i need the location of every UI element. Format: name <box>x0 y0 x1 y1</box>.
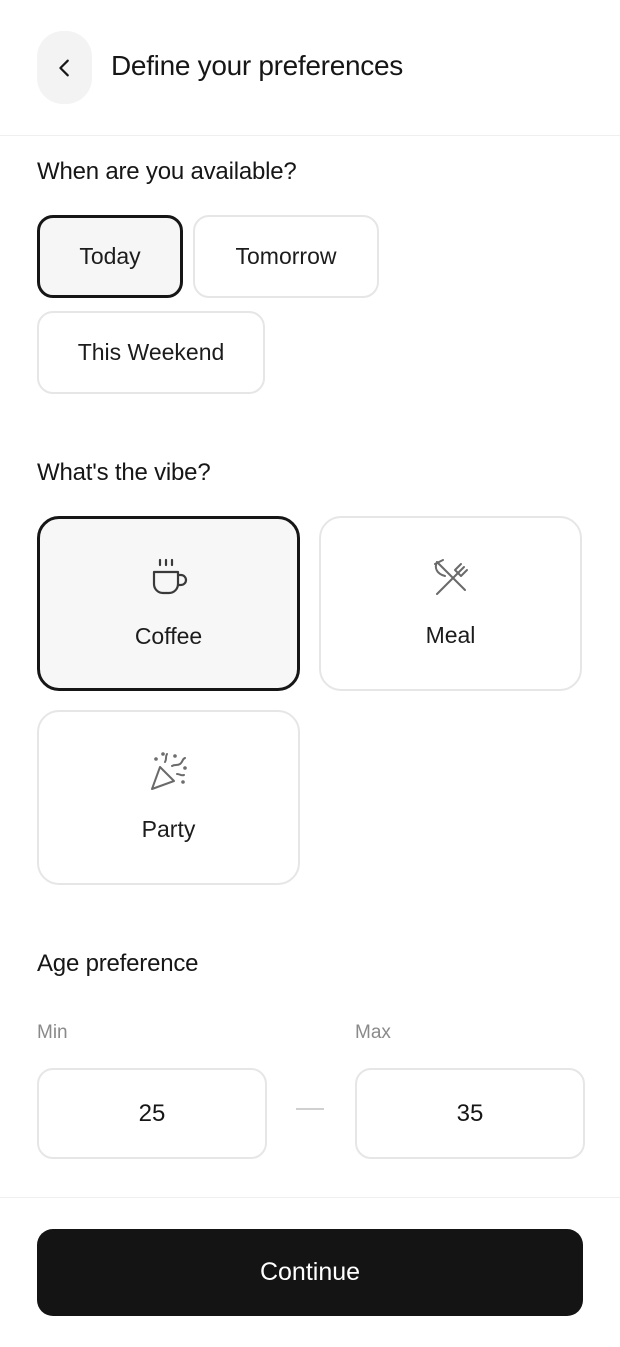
vibe-option-meal[interactable]: Meal <box>319 516 582 691</box>
range-dash <box>296 1108 324 1110</box>
vibe-option-label: Meal <box>425 622 476 648</box>
age-heading: Age preference <box>37 950 199 977</box>
availability-heading: When are you available? <box>37 158 297 185</box>
availability-option-tomorrow[interactable]: Tomorrow <box>193 215 379 298</box>
continue-button[interactable]: Continue <box>37 1229 583 1316</box>
age-min-label: Min <box>37 1022 68 1043</box>
chevron-left-icon <box>58 59 69 76</box>
page-title: Define your preferences <box>111 50 403 81</box>
vibe-option-label: Coffee <box>134 623 203 649</box>
vibe-option-party[interactable]: Party <box>37 710 300 885</box>
age-max-input[interactable]: 35 <box>355 1068 585 1159</box>
vibe-option-label: Party <box>141 816 196 842</box>
coffee-cup-icon <box>152 558 187 595</box>
age-min-input[interactable]: 25 <box>37 1068 267 1159</box>
fork-knife-icon <box>433 559 468 595</box>
header: Define your preferences <box>0 0 620 136</box>
age-max-label: Max <box>355 1022 391 1043</box>
back-button[interactable] <box>37 31 92 104</box>
availability-option-this-weekend[interactable]: This Weekend <box>37 311 265 394</box>
vibe-heading: What's the vibe? <box>37 459 211 486</box>
footer-divider <box>0 1197 620 1198</box>
vibe-option-coffee[interactable]: Coffee <box>37 516 300 691</box>
availability-option-today[interactable]: Today <box>37 215 183 298</box>
party-popper-icon <box>150 752 187 790</box>
